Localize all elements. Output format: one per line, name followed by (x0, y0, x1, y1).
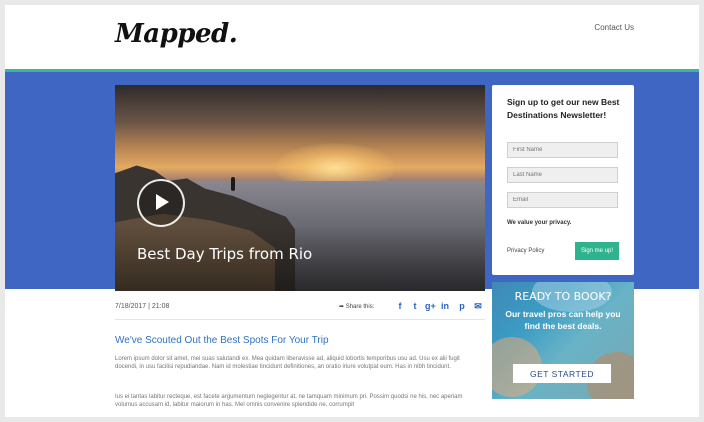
article-paragraph-1: Lorem ipsum dolor sit amet, mei suas sal… (115, 356, 460, 370)
site-logo[interactable]: Mapped. (115, 19, 238, 49)
ad-title: READY TO BOOK? (514, 290, 612, 303)
booking-ad[interactable]: READY TO BOOK? Our travel pros can help … (492, 282, 634, 399)
contact-link[interactable]: Contact Us (594, 23, 634, 32)
newsletter-panel: Sign up to get our new Best Destinations… (492, 85, 634, 275)
page-frame: Mapped. Contact Us Best Day Trips from R… (5, 5, 699, 417)
first-name-field[interactable] (507, 142, 618, 158)
privacy-note: We value your privacy. (507, 220, 572, 226)
play-icon[interactable] (137, 179, 185, 227)
newsletter-title: Sign up to get our new Best Destinations… (507, 97, 620, 120)
google-plus-icon[interactable]: g+ (425, 301, 436, 311)
twitter-icon[interactable]: t (410, 301, 420, 311)
linkedin-icon[interactable]: in (440, 301, 450, 311)
article-meta-row: 7/18/2017 | 21:08 ➦ Share this: f t g+ i… (115, 299, 485, 320)
hero-person-silhouette (231, 177, 235, 191)
share-icon: ➦ (339, 304, 346, 310)
share-label: ➦ Share this: (339, 303, 374, 310)
article-title[interactable]: We've Scouted Out the Best Spots For You… (115, 335, 329, 346)
ad-subtitle: Our travel pros can help you find the be… (505, 309, 621, 331)
hero-video[interactable]: Best Day Trips from Rio (115, 85, 485, 291)
hero-title: Best Day Trips from Rio (137, 245, 313, 263)
privacy-policy-link[interactable]: Privacy Policy (507, 248, 544, 254)
pinterest-icon[interactable]: p (457, 301, 467, 311)
last-name-field[interactable] (507, 167, 618, 183)
email-icon[interactable]: ✉ (473, 301, 483, 311)
signup-button[interactable]: Sign me up! (575, 242, 619, 260)
site-header: Mapped. Contact Us (5, 5, 699, 69)
article-paragraph-2: Ius ei tantas labitur recteque, est face… (115, 394, 463, 408)
facebook-icon[interactable]: f (395, 301, 405, 311)
get-started-button[interactable]: GET STARTED (513, 364, 611, 383)
article-date: 7/18/2017 | 21:08 (115, 303, 170, 310)
email-field[interactable] (507, 192, 618, 208)
share-label-text: Share this: (345, 304, 375, 310)
